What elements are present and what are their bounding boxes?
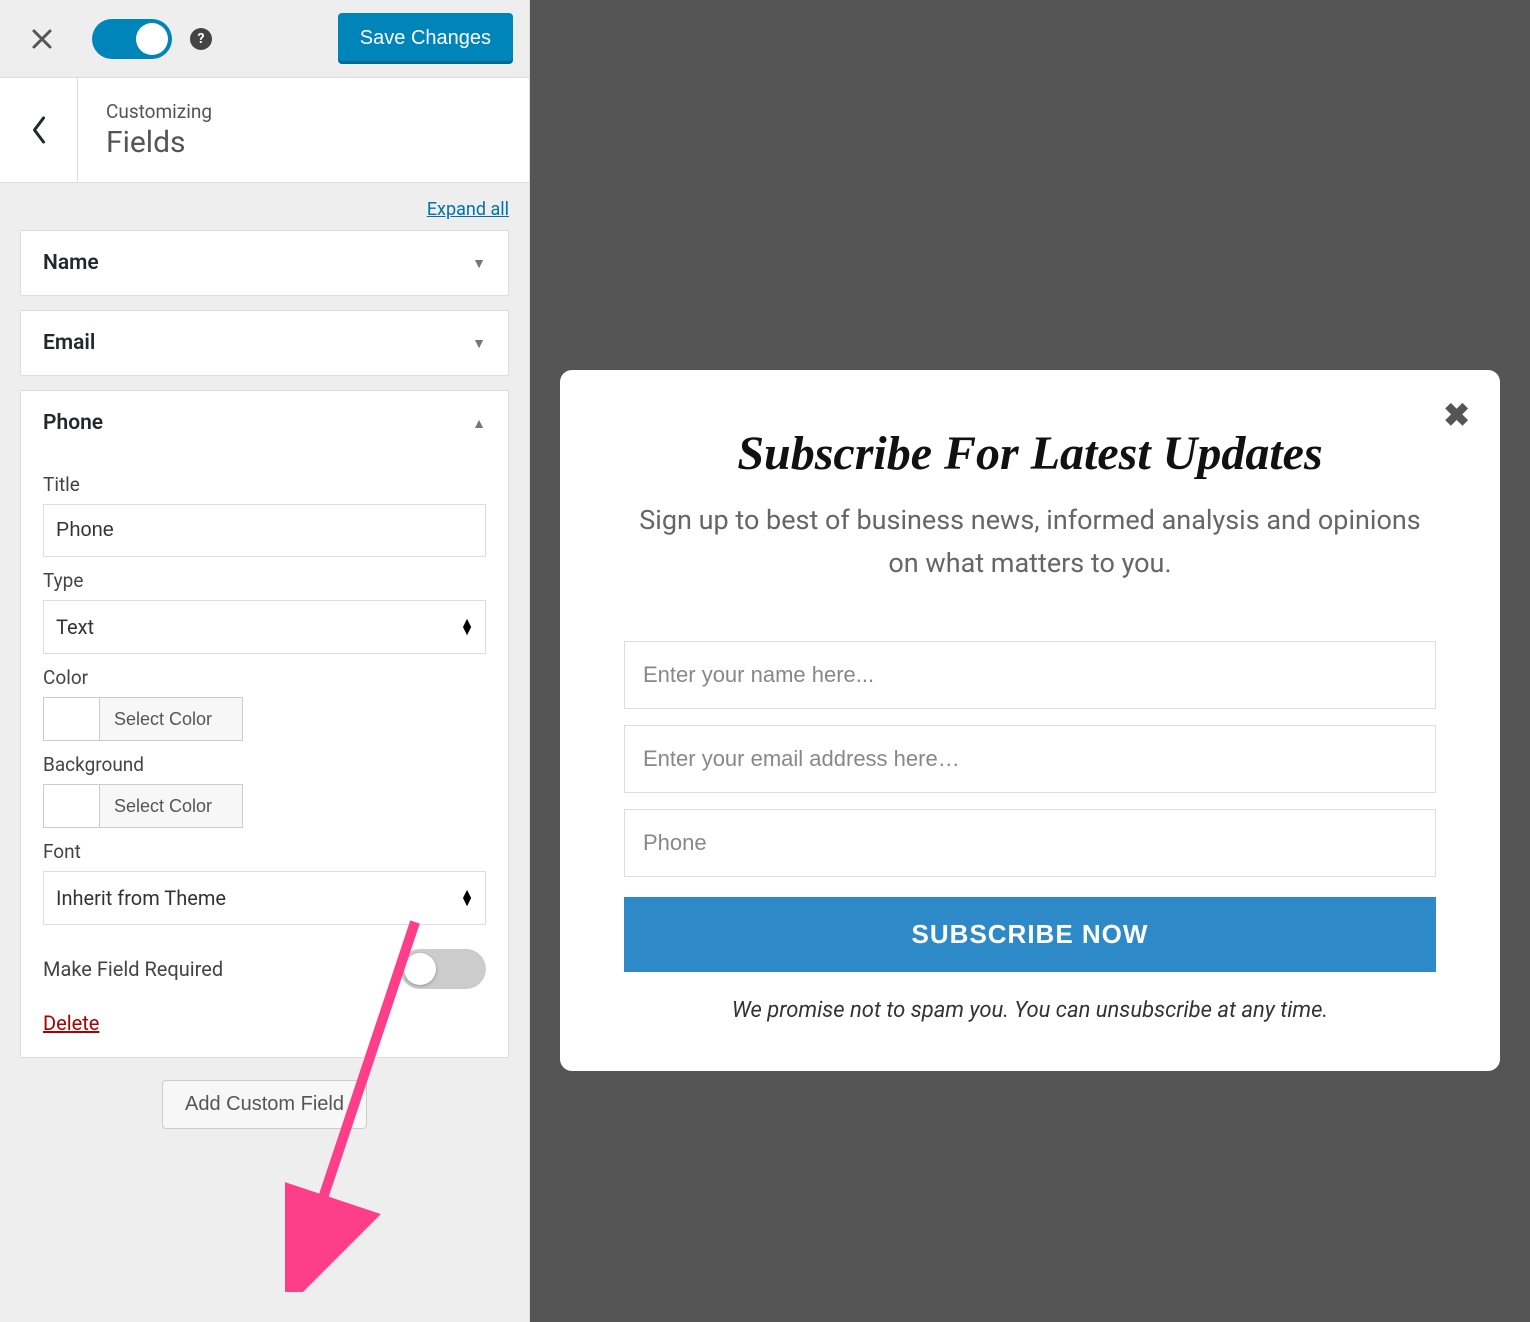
accordion-label: Name (43, 251, 99, 275)
preview-pane: ✖ Subscribe For Latest Updates Sign up t… (530, 0, 1530, 1322)
accordion-label: Phone (43, 411, 103, 435)
accordion-phone: Phone ▲ Title Type Text ▲▼ Color Select … (20, 390, 509, 1058)
chevron-left-icon (30, 114, 48, 146)
accordion-phone-header[interactable]: Phone ▲ (21, 391, 508, 455)
expand-all-row: Expand all (20, 199, 509, 220)
accordion-label: Email (43, 331, 95, 355)
popup-heading: Subscribe For Latest Updates (624, 426, 1436, 481)
customizer-topbar: ? Save Changes (0, 0, 529, 78)
popup-subtext: Sign up to best of business news, inform… (624, 499, 1436, 585)
font-field-label: Font (43, 840, 486, 863)
back-button[interactable] (0, 78, 78, 182)
required-toggle[interactable] (400, 949, 486, 989)
font-select[interactable]: Inherit from Theme (43, 871, 486, 925)
accordion-email: Email ▼ (20, 310, 509, 376)
color-field-label: Color (43, 666, 486, 689)
save-changes-button[interactable]: Save Changes (338, 13, 513, 64)
close-icon (30, 27, 54, 51)
background-picker: Select Color (43, 784, 243, 828)
name-input[interactable] (624, 641, 1436, 709)
breadcrumb: Customizing Fields (0, 78, 529, 183)
subscribe-popup: ✖ Subscribe For Latest Updates Sign up t… (560, 370, 1500, 1071)
popup-close-button[interactable]: ✖ (1443, 396, 1470, 434)
background-field-label: Background (43, 753, 486, 776)
publish-toggle[interactable] (92, 19, 172, 59)
delete-field-link[interactable]: Delete (43, 1011, 99, 1035)
select-color-button[interactable]: Select Color (100, 698, 242, 740)
chevron-down-icon: ▼ (472, 255, 486, 272)
select-bg-color-button[interactable]: Select Color (100, 785, 242, 827)
subscribe-button[interactable]: SUBSCRIBE NOW (624, 897, 1436, 972)
help-icon[interactable]: ? (190, 28, 212, 50)
close-customizer-button[interactable] (16, 13, 68, 65)
accordion-name-header[interactable]: Name ▼ (21, 231, 508, 295)
customizer-sidebar: ? Save Changes Customizing Fields Expand… (0, 0, 530, 1322)
color-swatch[interactable] (44, 785, 100, 827)
phone-input[interactable] (624, 809, 1436, 877)
title-input[interactable] (43, 504, 486, 557)
accordion-name: Name ▼ (20, 230, 509, 296)
chevron-up-icon: ▲ (472, 415, 486, 432)
color-swatch[interactable] (44, 698, 100, 740)
expand-all-link[interactable]: Expand all (427, 199, 509, 220)
accordion-phone-body: Title Type Text ▲▼ Color Select Color Ba… (21, 455, 508, 1057)
color-picker: Select Color (43, 697, 243, 741)
accordion-email-header[interactable]: Email ▼ (21, 311, 508, 375)
type-field-label: Type (43, 569, 486, 592)
type-select[interactable]: Text (43, 600, 486, 654)
popup-promise-text: We promise not to spam you. You can unsu… (624, 998, 1436, 1023)
breadcrumb-pretitle: Customizing (106, 100, 212, 123)
required-field-label: Make Field Required (43, 957, 223, 981)
chevron-down-icon: ▼ (472, 335, 486, 352)
page-title: Fields (106, 125, 212, 160)
add-custom-field-button[interactable]: Add Custom Field (162, 1080, 367, 1129)
title-field-label: Title (43, 473, 486, 496)
fields-panel: Expand all Name ▼ Email ▼ Phone ▲ Title … (0, 183, 529, 1169)
email-input[interactable] (624, 725, 1436, 793)
